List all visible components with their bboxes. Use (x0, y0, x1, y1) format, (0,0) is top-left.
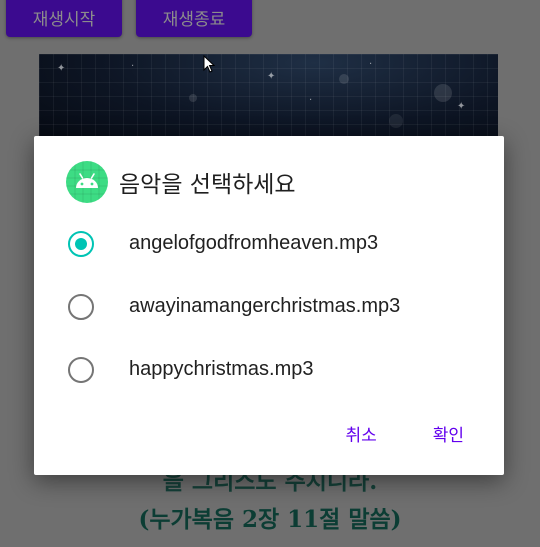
dialog-title: 음악을 선택하세요 (119, 172, 296, 198)
music-option-label: angelofgodfromheaven.mp3 (129, 232, 379, 254)
mouse-cursor-icon (203, 55, 215, 73)
music-select-dialog: 음악을 선택하세요 angelofgodfromheaven.mp3 awayi… (34, 136, 504, 475)
cancel-button[interactable]: 취소 (335, 417, 386, 450)
music-option[interactable]: awayinamangerchristmas.mp3 (34, 275, 504, 338)
music-option[interactable]: happychristmas.mp3 (34, 338, 504, 401)
confirm-button[interactable]: 확인 (423, 417, 474, 450)
stop-playback-button[interactable]: 재생종료 (136, 0, 252, 37)
music-options-list: angelofgodfromheaven.mp3 awayinamangerch… (34, 212, 504, 401)
radio-button[interactable] (68, 356, 94, 383)
christmas-background-image: ✦ ✦ ✦ · · · (39, 54, 498, 144)
verse-reference: (누가복음 2장 11절 말씀) (138, 506, 402, 533)
radio-button[interactable] (68, 293, 94, 320)
android-icon (66, 161, 108, 203)
music-option[interactable]: angelofgodfromheaven.mp3 (34, 212, 504, 275)
music-option-label: happychristmas.mp3 (129, 358, 314, 380)
radio-button-selected[interactable] (68, 230, 94, 257)
dialog-header: 음악을 선택하세요 (66, 161, 296, 203)
music-option-label: awayinamangerchristmas.mp3 (129, 295, 401, 317)
start-playback-button[interactable]: 재생시작 (6, 0, 122, 37)
dialog-actions: 취소 확인 (299, 417, 474, 450)
